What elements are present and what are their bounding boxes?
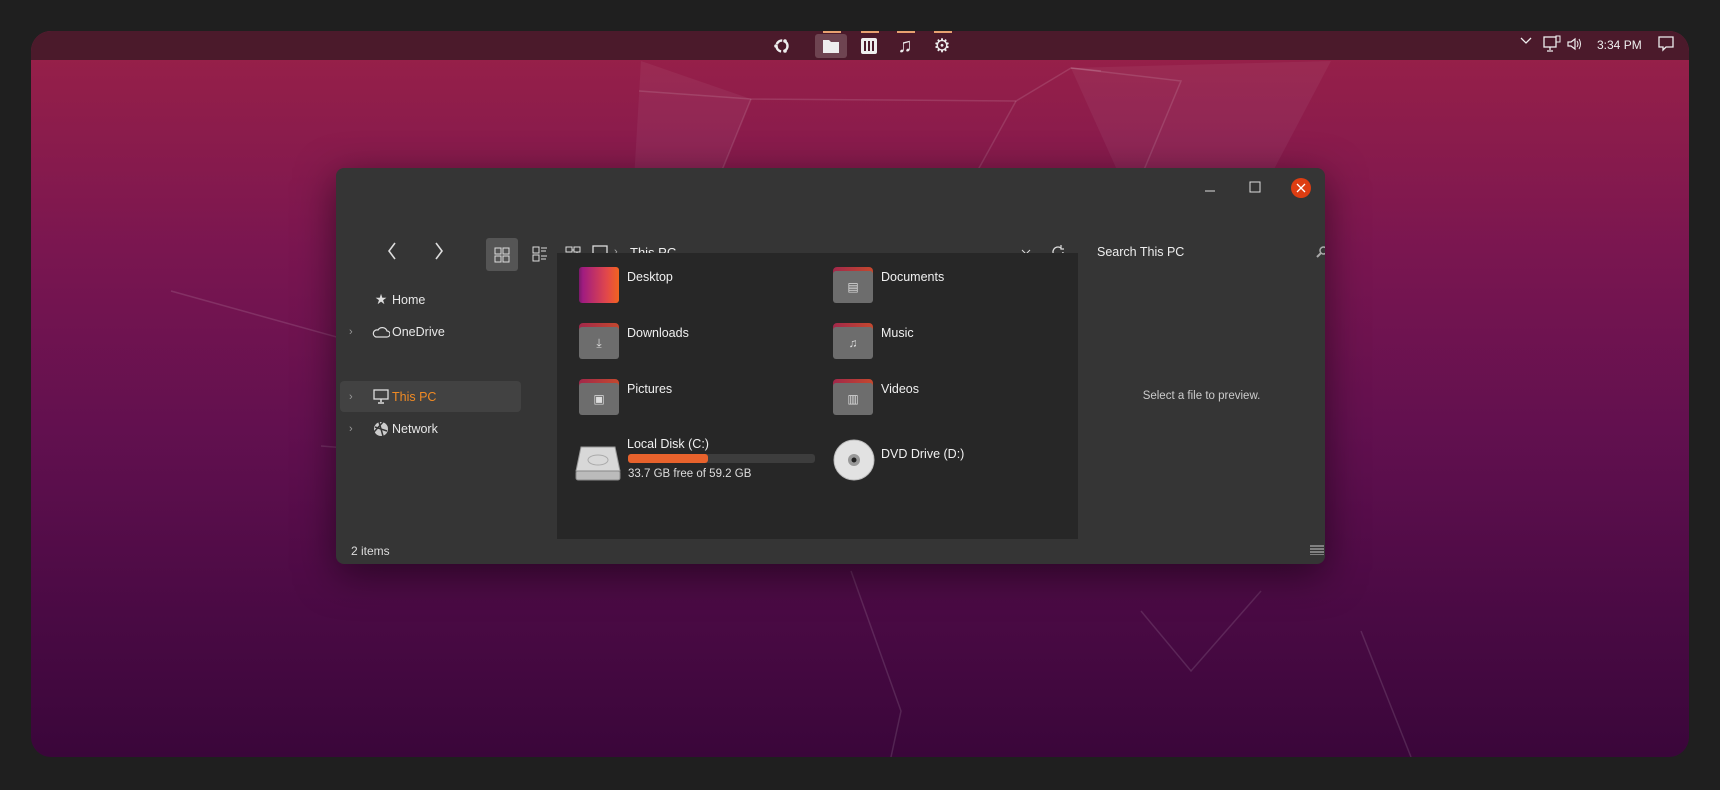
sidebar-item-label: Home xyxy=(392,292,426,307)
drive-free-space: 33.7 GB free of 59.2 GB xyxy=(628,468,752,480)
item-label: Documents xyxy=(881,270,945,284)
dvd-disc-icon xyxy=(833,439,875,481)
list-icon xyxy=(532,246,547,262)
item-label: Pictures xyxy=(627,382,673,396)
grid-icon xyxy=(494,247,510,262)
items-pane: Desktop ▤ Documents ⤓ Downloads ♫ Music … xyxy=(557,253,1078,539)
music-folder-icon: ♫ xyxy=(833,323,873,359)
item-documents[interactable]: ▤ Documents xyxy=(833,267,1073,315)
expand-chevron-icon[interactable]: › xyxy=(349,391,353,403)
status-item-count: 2 items xyxy=(351,544,390,558)
close-button[interactable] xyxy=(1291,178,1311,198)
item-downloads[interactable]: ⤓ Downloads xyxy=(579,323,819,371)
expand-chevron-icon[interactable]: › xyxy=(349,423,353,435)
drive-local-disk-c[interactable]: Local Disk (C:) 33.7 GB free of 59.2 GB xyxy=(575,435,835,491)
item-music[interactable]: ♫ Music xyxy=(833,323,1073,371)
top-panel: ♫ ⚙ 3:34 PM xyxy=(31,31,1689,60)
equalizer-icon xyxy=(861,38,877,54)
sidebar-item-this-pc[interactable]: › This PC xyxy=(340,381,521,412)
drive-dvd-d[interactable]: DVD Drive (D:) xyxy=(833,435,1033,491)
maximize-button[interactable] xyxy=(1242,174,1268,200)
drive-label: DVD Drive (D:) xyxy=(881,447,965,461)
item-label: Desktop xyxy=(627,270,673,284)
expand-chevron-icon[interactable]: › xyxy=(349,326,353,338)
item-videos[interactable]: ▥ Videos xyxy=(833,379,1073,427)
item-pictures[interactable]: ▣ Pictures xyxy=(579,379,819,427)
pictures-folder-icon: ▣ xyxy=(579,379,619,415)
sidebar-item-home[interactable]: ★ Home xyxy=(340,284,521,315)
grid-view-button[interactable] xyxy=(486,238,518,271)
mixer-app-button[interactable] xyxy=(853,31,885,58)
settings-app-button[interactable]: ⚙ xyxy=(926,31,958,58)
hard-drive-icon xyxy=(575,446,621,481)
preview-pane: Select a file to preview. xyxy=(1078,253,1325,539)
forward-button[interactable] xyxy=(430,240,448,262)
network-icon[interactable] xyxy=(1543,35,1561,53)
back-button[interactable] xyxy=(383,240,401,262)
music-note-icon: ♫ xyxy=(897,34,913,57)
files-app-button[interactable] xyxy=(815,31,847,58)
clock[interactable]: 3:34 PM xyxy=(1597,38,1642,52)
cloud-icon xyxy=(372,326,390,338)
sidebar-item-label: OneDrive xyxy=(392,324,445,339)
desktop-folder-icon xyxy=(579,267,619,303)
item-label: Videos xyxy=(881,382,919,396)
item-label: Downloads xyxy=(627,326,689,340)
sidebar-item-label: Network xyxy=(392,421,438,436)
tray-overflow-chevron-icon[interactable] xyxy=(1520,37,1532,45)
disk-usage-fill xyxy=(628,454,709,463)
documents-folder-icon: ▤ xyxy=(833,267,873,303)
network-globe-icon xyxy=(372,420,390,437)
running-indicator xyxy=(823,31,841,33)
item-label: Music xyxy=(881,326,914,340)
details-layout-button[interactable] xyxy=(1309,543,1325,557)
minimize-button[interactable] xyxy=(1197,174,1223,200)
ubuntu-logo-icon[interactable] xyxy=(766,34,798,58)
item-desktop[interactable]: Desktop xyxy=(579,267,819,315)
file-explorer-window: › This PC Search This PC ★ Home › OneDri… xyxy=(336,168,1325,564)
folder-icon xyxy=(823,40,839,53)
running-indicator xyxy=(861,31,879,33)
disk-usage-bar xyxy=(628,454,815,463)
sidebar-item-label: This PC xyxy=(392,389,437,404)
volume-icon[interactable] xyxy=(1566,36,1582,52)
sidebar-item-network[interactable]: › Network xyxy=(340,413,521,444)
gear-icon: ⚙ xyxy=(933,35,951,57)
running-indicator xyxy=(934,31,952,33)
notifications-icon[interactable] xyxy=(1658,36,1674,52)
details-view-button[interactable] xyxy=(528,240,552,268)
running-indicator xyxy=(897,31,915,33)
downloads-folder-icon: ⤓ xyxy=(579,323,619,359)
monitor-icon xyxy=(372,389,390,404)
preview-placeholder: Select a file to preview. xyxy=(1142,390,1261,402)
drive-label: Local Disk (C:) xyxy=(627,437,709,451)
star-icon: ★ xyxy=(374,291,388,307)
music-app-button[interactable]: ♫ xyxy=(889,31,921,58)
sidebar-item-onedrive[interactable]: › OneDrive xyxy=(340,316,521,347)
videos-folder-icon: ▥ xyxy=(833,379,873,415)
